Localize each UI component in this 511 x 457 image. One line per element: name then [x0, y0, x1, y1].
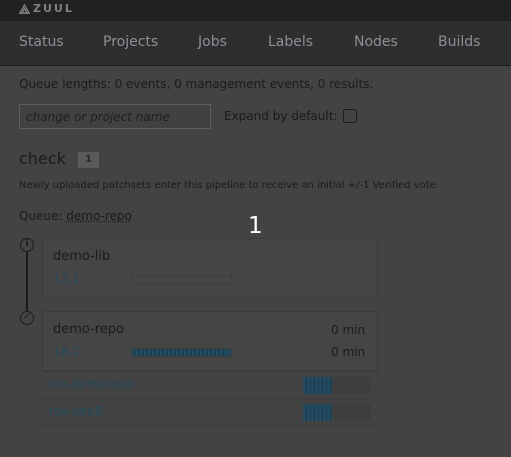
info-icon: i	[20, 238, 34, 252]
nav-builds[interactable]: Builds	[438, 34, 480, 50]
filter-input[interactable]	[19, 104, 211, 129]
job-link[interactable]: tox-pep8	[49, 404, 102, 418]
job-progress-bar	[303, 404, 371, 421]
pipeline-count-badge: 1	[78, 152, 99, 168]
nav-status[interactable]: Status	[19, 34, 64, 50]
main-nav: Status Projects Jobs Labels Nodes Builds	[0, 21, 511, 66]
queue-name[interactable]: demo-repo	[66, 209, 132, 223]
nav-jobs[interactable]: Jobs	[198, 34, 227, 50]
zuul-logo-icon	[19, 3, 30, 14]
queue-lengths: Queue lengths: 0 events, 0 management ev…	[19, 77, 374, 91]
nav-nodes[interactable]: Nodes	[354, 34, 398, 50]
change-link[interactable]: 17,1	[53, 272, 80, 286]
nav-labels[interactable]: Labels	[268, 34, 313, 50]
elapsed-time: 0 min	[331, 323, 366, 337]
change-link[interactable]: 18,2	[53, 345, 80, 359]
project-name: demo-lib	[53, 249, 111, 264]
job-progress-bar	[303, 377, 371, 394]
change-progress-fill	[132, 349, 231, 356]
expand-checkbox[interactable]	[343, 109, 357, 123]
job-link[interactable]: tox-demorepo	[49, 377, 133, 391]
change-card-demo-repo: demo-repo 0 min 18,2 0 min	[42, 311, 378, 371]
nav-projects[interactable]: Projects	[103, 34, 158, 50]
top-bar: ZUUL	[0, 0, 511, 21]
brand[interactable]: ZUUL	[19, 2, 74, 15]
queue-label: Queue: demo-repo	[19, 209, 132, 223]
remaining-time: 0 min	[331, 345, 366, 359]
pipeline-title: check	[19, 149, 66, 168]
job-progress-fill	[303, 404, 332, 421]
project-name: demo-repo	[53, 322, 125, 337]
job-row: tox-pep8	[42, 398, 378, 426]
brand-name: ZUUL	[33, 2, 74, 15]
pipeline-description: Newly uploaded patchsets enter this pipe…	[19, 180, 439, 191]
job-progress-fill	[303, 377, 332, 394]
change-progress-bar	[131, 348, 232, 357]
page-indicator: 1	[248, 213, 263, 239]
change-card-demo-lib: demo-lib 17,1	[42, 238, 378, 298]
change-progress-bar	[131, 275, 232, 284]
queue-tree-line	[26, 248, 28, 312]
expand-label: Expand by default:	[224, 109, 338, 123]
queue-prefix: Queue:	[19, 209, 63, 223]
check-icon: ✓	[20, 311, 34, 325]
job-row: tox-demorepo	[42, 371, 378, 398]
